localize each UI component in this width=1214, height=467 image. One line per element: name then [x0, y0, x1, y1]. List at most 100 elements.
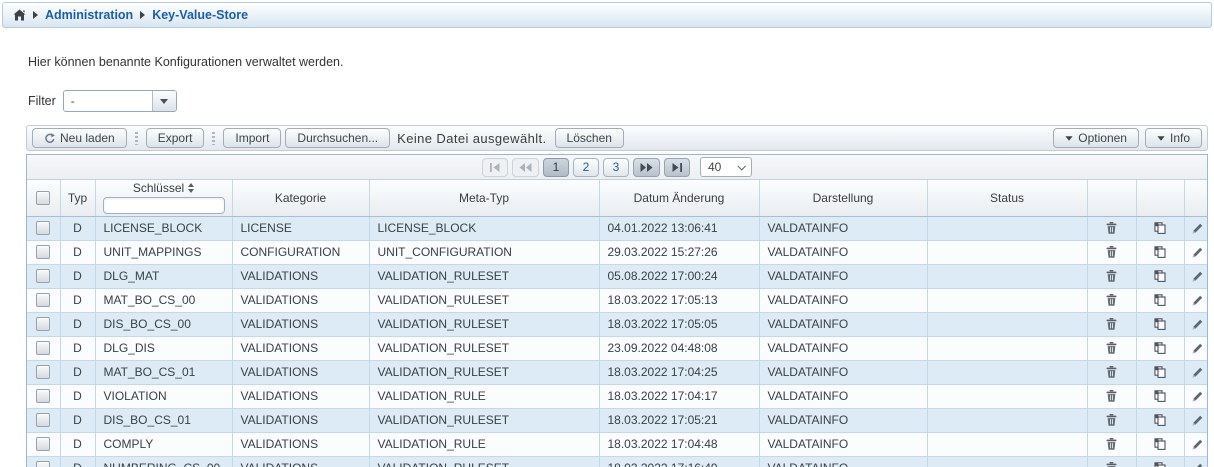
cell-status — [927, 312, 1087, 336]
copy-icon — [1154, 414, 1166, 426]
delete-row-button[interactable] — [1088, 289, 1136, 312]
row-checkbox[interactable] — [36, 269, 50, 283]
cell-kategorie: VALIDATIONS — [232, 336, 369, 360]
row-checkbox[interactable] — [36, 341, 50, 355]
reload-button[interactable]: Neu laden — [32, 128, 127, 148]
cell-datum: 18.03.2022 17:16:49 — [599, 456, 759, 467]
column-header-schluessel-label[interactable]: Schlüssel — [133, 181, 184, 195]
cell-schluessel: UNIT_MAPPINGS — [95, 240, 232, 264]
row-checkbox[interactable] — [36, 365, 50, 379]
delete-row-button[interactable] — [1088, 337, 1136, 360]
paginator-page-1[interactable]: 1 — [543, 158, 569, 177]
breadcrumb-separator-icon — [33, 11, 38, 19]
cell-darstellung: VALDATAINFO — [759, 456, 927, 467]
row-checkbox[interactable] — [36, 437, 50, 451]
trash-icon — [1106, 366, 1117, 378]
info-menu-button[interactable]: Info — [1145, 128, 1202, 148]
delete-row-button[interactable] — [1088, 265, 1136, 288]
column-header-darstellung: Darstellung — [759, 180, 927, 216]
filter-row: Filter - — [28, 90, 1214, 112]
cell-status — [927, 216, 1087, 240]
paginator-last-button[interactable] — [664, 158, 690, 177]
copy-row-button[interactable] — [1137, 337, 1184, 360]
table-row: D MAT_BO_CS_00 VALIDATIONS VALIDATION_RU… — [27, 288, 1208, 312]
copy-row-button[interactable] — [1137, 265, 1184, 288]
edit-row-button[interactable] — [1185, 385, 1209, 408]
breadcrumb-item-administration[interactable]: Administration — [45, 8, 133, 22]
table-row: D DIS_BO_CS_01 VALIDATIONS VALIDATION_RU… — [27, 408, 1208, 432]
cell-schluessel: NUMBERING_CS_00 — [95, 456, 232, 467]
edit-row-button[interactable] — [1185, 433, 1209, 456]
cell-metatyp: VALIDATION_RULESET — [369, 264, 599, 288]
paginator-next-button[interactable] — [633, 158, 660, 177]
edit-row-button[interactable] — [1185, 217, 1209, 240]
table-row: D DLG_DIS VALIDATIONS VALIDATION_RULESET… — [27, 336, 1208, 360]
copy-row-button[interactable] — [1137, 217, 1184, 240]
copy-row-button[interactable] — [1137, 433, 1184, 456]
chevron-down-icon — [1157, 136, 1164, 141]
edit-row-button[interactable] — [1185, 361, 1209, 384]
cell-datum: 23.09.2022 04:48:08 — [599, 336, 759, 360]
refresh-icon — [44, 133, 55, 144]
export-button[interactable]: Export — [146, 128, 205, 148]
delete-row-button[interactable] — [1088, 433, 1136, 456]
table-header-row: Typ Schlüssel Kategorie Meta-Typ Datum Ä… — [27, 180, 1208, 216]
delete-row-button[interactable] — [1088, 313, 1136, 336]
row-checkbox[interactable] — [36, 389, 50, 403]
row-checkbox[interactable] — [36, 317, 50, 331]
copy-row-button[interactable] — [1137, 289, 1184, 312]
filter-dropdown[interactable]: - — [63, 90, 177, 112]
edit-row-button[interactable] — [1185, 337, 1209, 360]
paginator-prev-button[interactable] — [512, 158, 539, 177]
column-header-typ: Typ — [60, 180, 95, 216]
cell-kategorie: VALIDATIONS — [232, 312, 369, 336]
delete-row-button[interactable] — [1088, 385, 1136, 408]
sort-icon[interactable] — [188, 183, 194, 193]
edit-row-button[interactable] — [1185, 409, 1209, 432]
filter-dropdown-button[interactable] — [152, 91, 176, 111]
page-size-select[interactable]: 40 — [700, 157, 752, 177]
row-checkbox[interactable] — [36, 413, 50, 427]
paginator-page-3[interactable]: 3 — [603, 158, 629, 177]
cell-typ: D — [60, 288, 95, 312]
copy-row-button[interactable] — [1137, 457, 1184, 467]
edit-row-button[interactable] — [1185, 289, 1209, 312]
cell-typ: D — [60, 456, 95, 467]
delete-button[interactable]: Löschen — [555, 128, 624, 148]
paginator-first-button[interactable] — [482, 158, 508, 177]
import-button[interactable]: Import — [223, 128, 281, 148]
copy-row-button[interactable] — [1137, 361, 1184, 384]
options-menu-button[interactable]: Optionen — [1053, 128, 1139, 148]
delete-row-button[interactable] — [1088, 241, 1136, 264]
cell-datum: 18.03.2022 17:05:05 — [599, 312, 759, 336]
cell-datum: 18.03.2022 17:04:25 — [599, 360, 759, 384]
paginator-page-2[interactable]: 2 — [573, 158, 599, 177]
schluessel-filter-input[interactable] — [103, 197, 225, 214]
delete-row-button[interactable] — [1088, 217, 1136, 240]
copy-row-button[interactable] — [1137, 241, 1184, 264]
copy-row-button[interactable] — [1137, 313, 1184, 336]
cell-status — [927, 360, 1087, 384]
delete-row-button[interactable] — [1088, 409, 1136, 432]
breadcrumb-item-key-value-store[interactable]: Key-Value-Store — [152, 8, 248, 22]
copy-row-button[interactable] — [1137, 385, 1184, 408]
edit-row-button[interactable] — [1185, 265, 1209, 288]
home-icon[interactable] — [13, 9, 26, 21]
browse-file-button[interactable]: Durchsuchen... — [285, 128, 390, 148]
row-checkbox[interactable] — [36, 461, 50, 467]
select-all-checkbox[interactable] — [36, 191, 50, 205]
edit-row-button[interactable] — [1185, 241, 1209, 264]
cell-status — [927, 240, 1087, 264]
row-checkbox[interactable] — [36, 221, 50, 235]
trash-icon — [1106, 318, 1117, 330]
delete-row-button[interactable] — [1088, 457, 1136, 467]
trash-icon — [1106, 294, 1117, 306]
cell-kategorie: VALIDATIONS — [232, 288, 369, 312]
delete-row-button[interactable] — [1088, 361, 1136, 384]
row-checkbox[interactable] — [36, 293, 50, 307]
cell-schluessel: COMPLY — [95, 432, 232, 456]
copy-row-button[interactable] — [1137, 409, 1184, 432]
edit-row-button[interactable] — [1185, 457, 1209, 467]
row-checkbox[interactable] — [36, 245, 50, 259]
edit-row-button[interactable] — [1185, 313, 1209, 336]
